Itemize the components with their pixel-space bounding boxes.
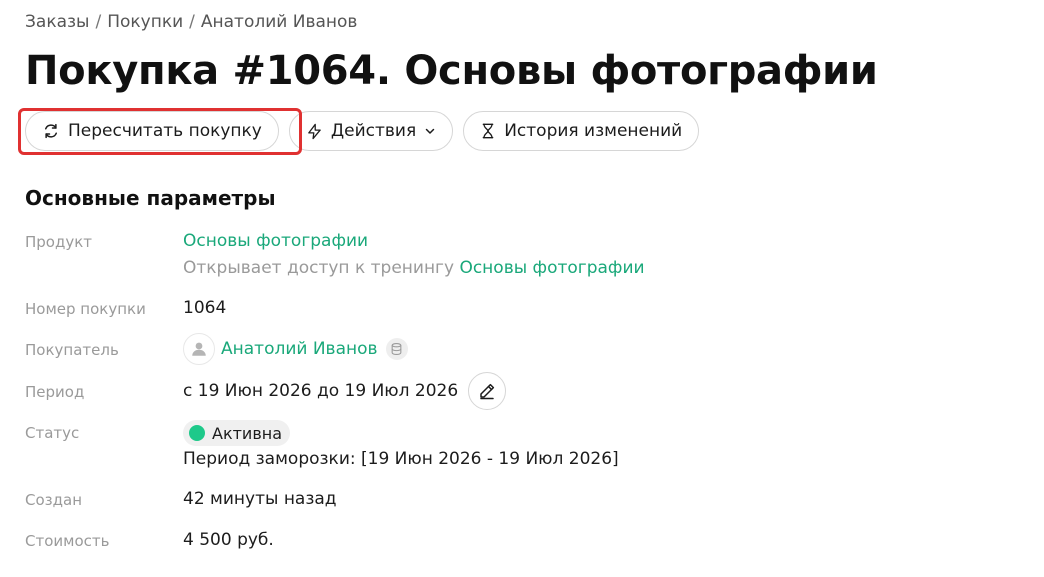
product-link[interactable]: Основы фотографии xyxy=(183,231,368,251)
actions-label: Действия xyxy=(330,121,417,141)
refresh-icon xyxy=(45,123,57,139)
change-history-button[interactable]: История изменений xyxy=(463,111,700,151)
chevron-down-icon xyxy=(425,128,435,134)
product-description: Открывает доступ к тренингу Основы фотог… xyxy=(183,258,645,278)
created-label: Создан xyxy=(25,491,82,509)
toolbar: Пересчитать покупку Действия История изм… xyxy=(25,111,700,151)
status-text: Активна xyxy=(212,423,283,443)
cost-value: 4 500 руб. xyxy=(183,530,274,550)
buyer-link[interactable]: Анатолий Иванов xyxy=(221,339,378,359)
pencil-icon xyxy=(480,383,495,400)
status-label: Статус xyxy=(25,424,80,442)
training-link[interactable]: Основы фотографии xyxy=(459,258,644,278)
hourglass-icon xyxy=(482,123,494,139)
edit-period-button[interactable] xyxy=(468,372,507,410)
database-icon[interactable] xyxy=(385,338,408,360)
breadcrumb-separator: / xyxy=(95,12,102,32)
product-label: Продукт xyxy=(25,233,93,251)
section-title: Основные параметры xyxy=(25,186,276,210)
created-value: 42 минуты назад xyxy=(183,489,337,509)
user-icon xyxy=(192,342,206,356)
recalculate-purchase-button[interactable]: Пересчитать покупку xyxy=(25,111,279,151)
change-history-label: История изменений xyxy=(504,121,683,141)
period-label: Период xyxy=(25,383,85,401)
actions-dropdown-button[interactable]: Действия xyxy=(288,111,454,151)
avatar xyxy=(183,333,215,365)
buyer-value: Анатолий Иванов xyxy=(183,333,408,365)
product-value: Основы фотографии xyxy=(183,231,368,251)
status-active-dot xyxy=(189,425,205,441)
purchase-number-label: Номер покупки xyxy=(25,300,146,318)
lightning-icon xyxy=(308,123,321,139)
buyer-label: Покупатель xyxy=(25,341,119,359)
product-description-text: Открывает доступ к тренингу xyxy=(183,258,455,278)
breadcrumb-orders[interactable]: Заказы xyxy=(25,12,89,32)
period-text: с 19 Июн 2026 до 19 Июл 2026 xyxy=(183,381,459,401)
breadcrumb-separator: / xyxy=(189,12,195,32)
freeze-period: Период заморозки: [19 Июн 2026 - 19 Июл … xyxy=(183,449,619,469)
status-value: Активна xyxy=(183,420,291,446)
purchase-number-value: 1064 xyxy=(183,298,227,318)
page-title: Покупка #1064. Основы фотографии xyxy=(25,48,878,94)
status-badge: Активна xyxy=(183,420,291,446)
period-value: с 19 Июн 2026 до 19 Июл 2026 xyxy=(183,372,507,410)
breadcrumb-purchases[interactable]: Покупки xyxy=(107,12,183,32)
cost-label: Стоимость xyxy=(25,532,110,550)
breadcrumb-buyer[interactable]: Анатолий Иванов xyxy=(201,12,358,32)
recalculate-purchase-label: Пересчитать покупку xyxy=(68,121,262,141)
breadcrumb: Заказы / Покупки / Анатолий Иванов xyxy=(25,12,357,32)
